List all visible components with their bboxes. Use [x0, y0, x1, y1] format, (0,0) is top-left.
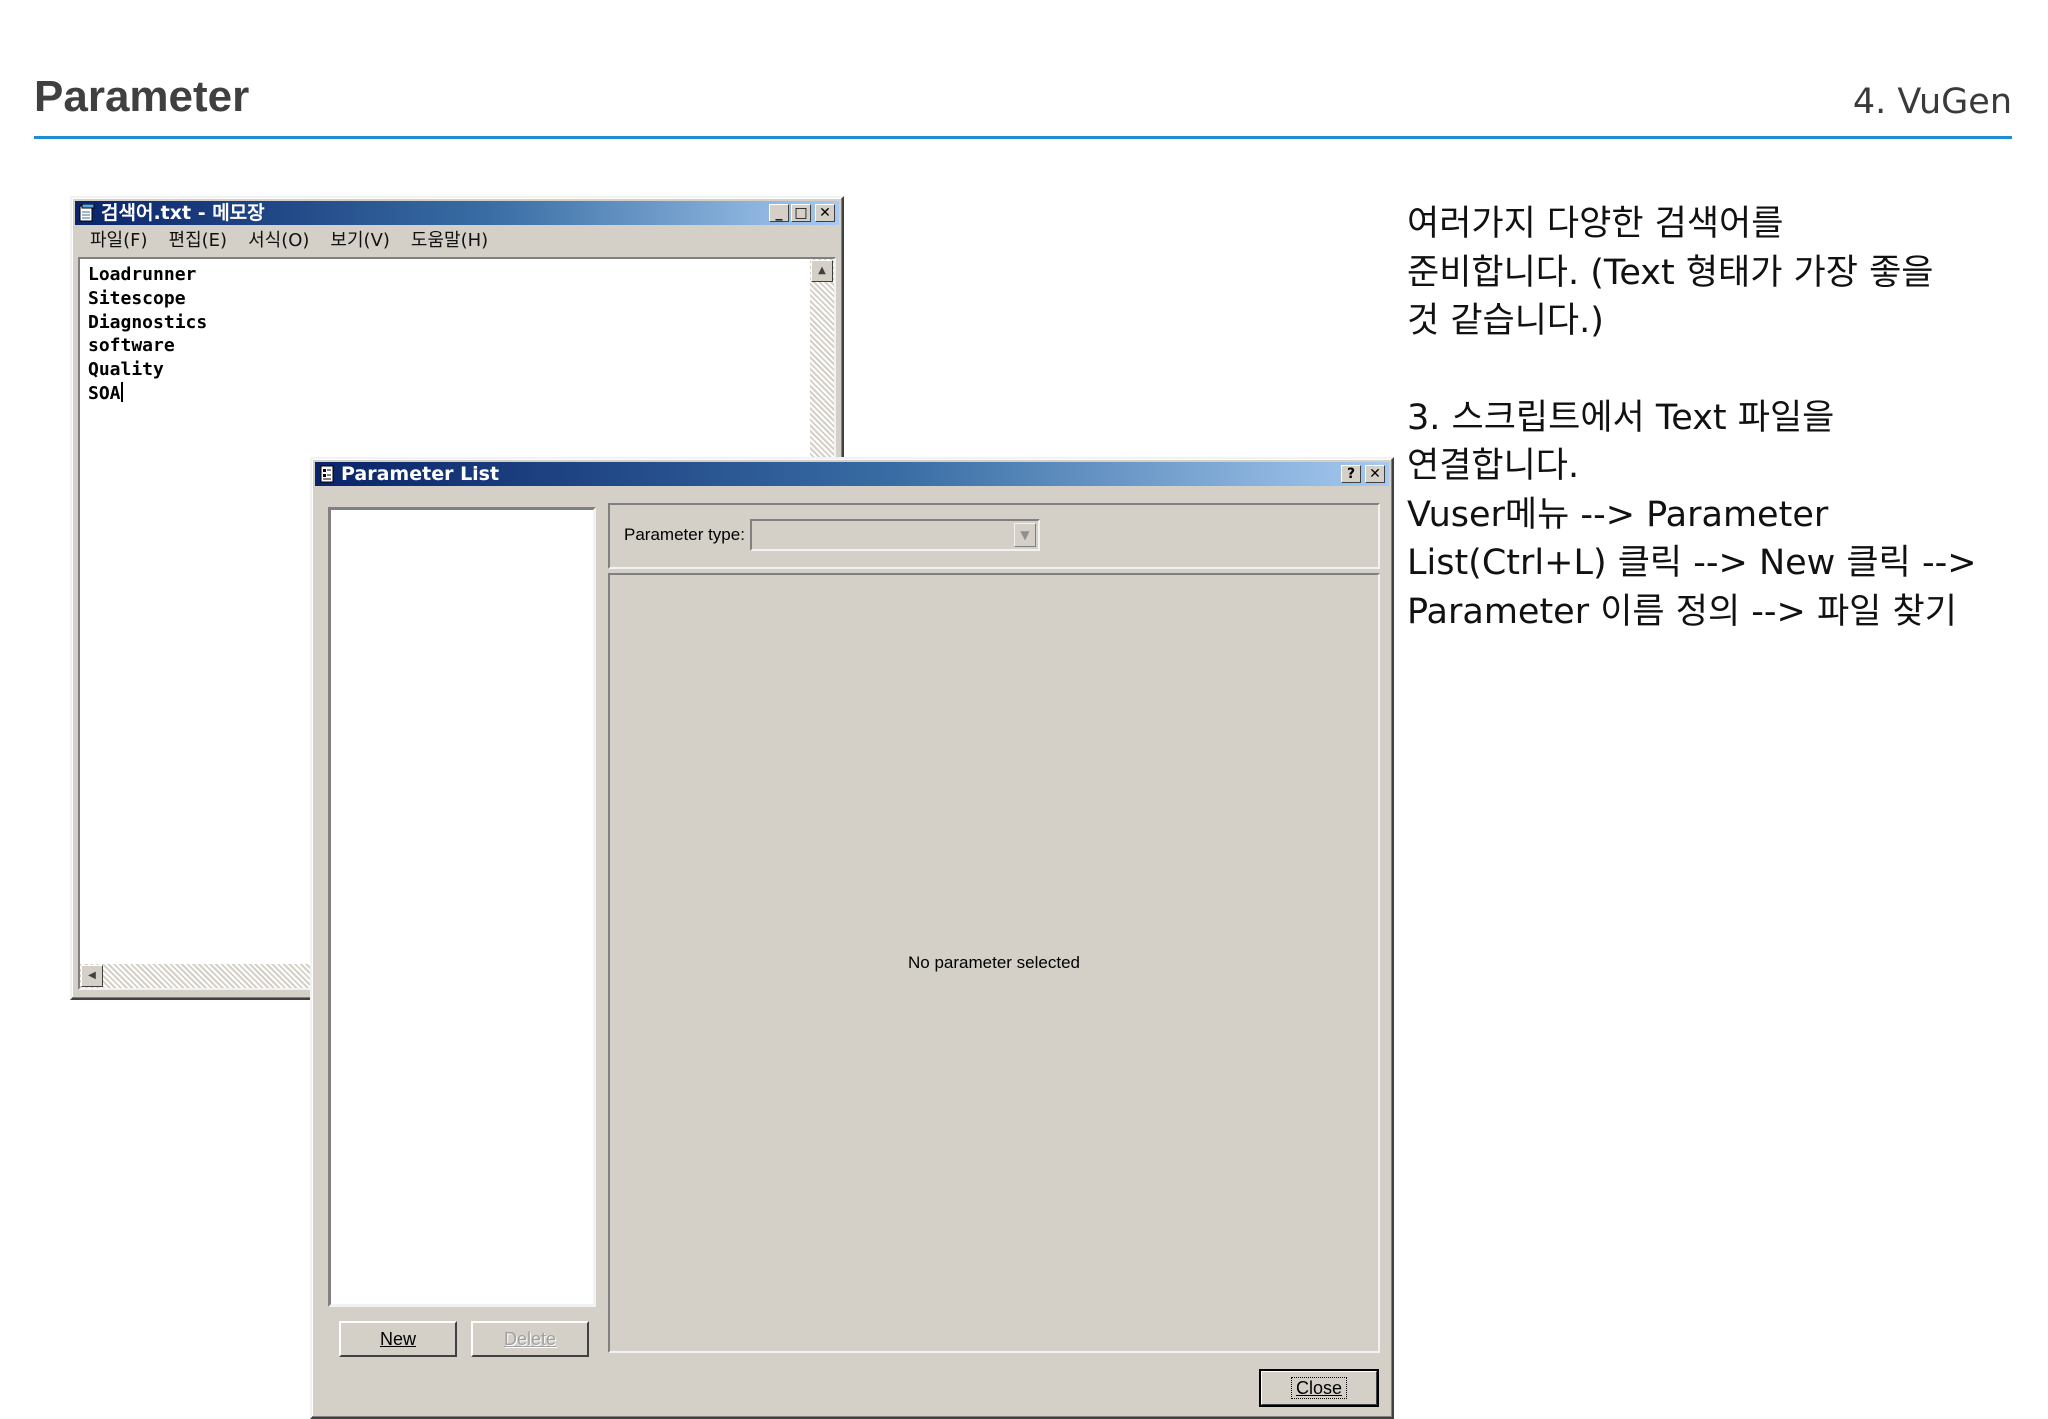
- text-line: Quality: [88, 359, 164, 381]
- menu-format[interactable]: 서식(O): [248, 228, 309, 254]
- empty-state-message: No parameter selected: [908, 953, 1080, 972]
- explanation-text: 여러가지 다양한 검색어를 준비합니다. (Text 형태가 가장 좋을 것 같…: [1407, 200, 2007, 636]
- explanation-line: 3. 스크립트에서 Text 파일을: [1407, 397, 1835, 438]
- close-button-text: Close: [1295, 1378, 1343, 1398]
- parameter-type-label: Parameter type:: [624, 525, 745, 544]
- explanation-line: 여러가지 다양한 검색어를: [1407, 204, 1784, 244]
- notepad-menubar: 파일(F) 편집(E) 서식(O) 보기(V) 도움말(H): [78, 228, 497, 254]
- explanation-line: Vuser메뉴 --> Parameter: [1407, 494, 1829, 535]
- slide-section-label: 4. VuGen: [1852, 82, 2012, 122]
- parameter-list-dialog[interactable]: Parameter List ? ✕ New Delete Parameter …: [310, 457, 1394, 1419]
- close-icon[interactable]: ✕: [815, 204, 835, 222]
- menu-edit[interactable]: 편집(E): [169, 228, 228, 254]
- parameter-properties-panel: No parameter selected: [608, 573, 1380, 1353]
- help-icon[interactable]: ?: [1341, 465, 1361, 483]
- text-line: SOA: [88, 382, 121, 404]
- minimize-icon[interactable]: _: [769, 204, 789, 222]
- parameter-list-titlebar[interactable]: Parameter List ? ✕: [315, 462, 1389, 486]
- chevron-down-icon[interactable]: ▼: [1014, 523, 1036, 547]
- explanation-line: List(Ctrl+L) 클릭 --> New 클릭 -->: [1407, 543, 1977, 583]
- text-line: software: [88, 335, 175, 357]
- notepad-icon: [79, 203, 95, 222]
- close-icon[interactable]: ✕: [1365, 465, 1385, 483]
- text-line-last: SOA: [88, 381, 207, 406]
- delete-button[interactable]: Delete: [471, 1321, 589, 1357]
- notepad-titlebar[interactable]: 검색어.txt - 메모장 _ □ ✕: [75, 201, 839, 225]
- parameter-type-group: Parameter type: ▼: [608, 503, 1380, 569]
- notepad-title: 검색어.txt - 메모장: [101, 202, 265, 224]
- text-caret: [120, 381, 123, 402]
- new-button[interactable]: New: [339, 1321, 457, 1357]
- notepad-content: Loadrunner Sitescope Diagnostics softwar…: [88, 263, 207, 406]
- explanation-line: 준비합니다. (Text 형태가 가장 좋을: [1407, 252, 1934, 293]
- scroll-left-icon[interactable]: ◀: [81, 965, 103, 987]
- explanation-line: Parameter 이름 정의 --> 파일 찾기: [1407, 591, 1957, 632]
- close-button-label: Close: [1290, 1377, 1348, 1399]
- delete-button-label: Delete: [503, 1329, 557, 1349]
- menu-help[interactable]: 도움말(H): [411, 228, 488, 254]
- parameter-type-dropdown[interactable]: ▼: [750, 519, 1040, 551]
- menu-view[interactable]: 보기(V): [330, 228, 389, 254]
- explanation-line: 연결합니다.: [1407, 446, 1580, 486]
- parameter-tree-list[interactable]: [328, 507, 596, 1307]
- parameter-list-title: Parameter List: [341, 463, 500, 485]
- menu-file[interactable]: 파일(F): [90, 228, 148, 254]
- slide-title: Parameter: [34, 72, 250, 121]
- text-line: Sitescope: [88, 287, 186, 309]
- maximize-icon[interactable]: □: [791, 204, 811, 222]
- new-button-label: New: [379, 1329, 416, 1349]
- close-button[interactable]: Close: [1259, 1369, 1379, 1407]
- text-line: Loadrunner: [88, 264, 197, 285]
- scroll-up-icon[interactable]: ▲: [811, 260, 833, 282]
- explanation-line: 것 같습니다.): [1407, 301, 1604, 341]
- title-divider: [34, 136, 2012, 139]
- parameter-list-icon: [319, 465, 335, 483]
- text-line: Diagnostics: [88, 311, 208, 333]
